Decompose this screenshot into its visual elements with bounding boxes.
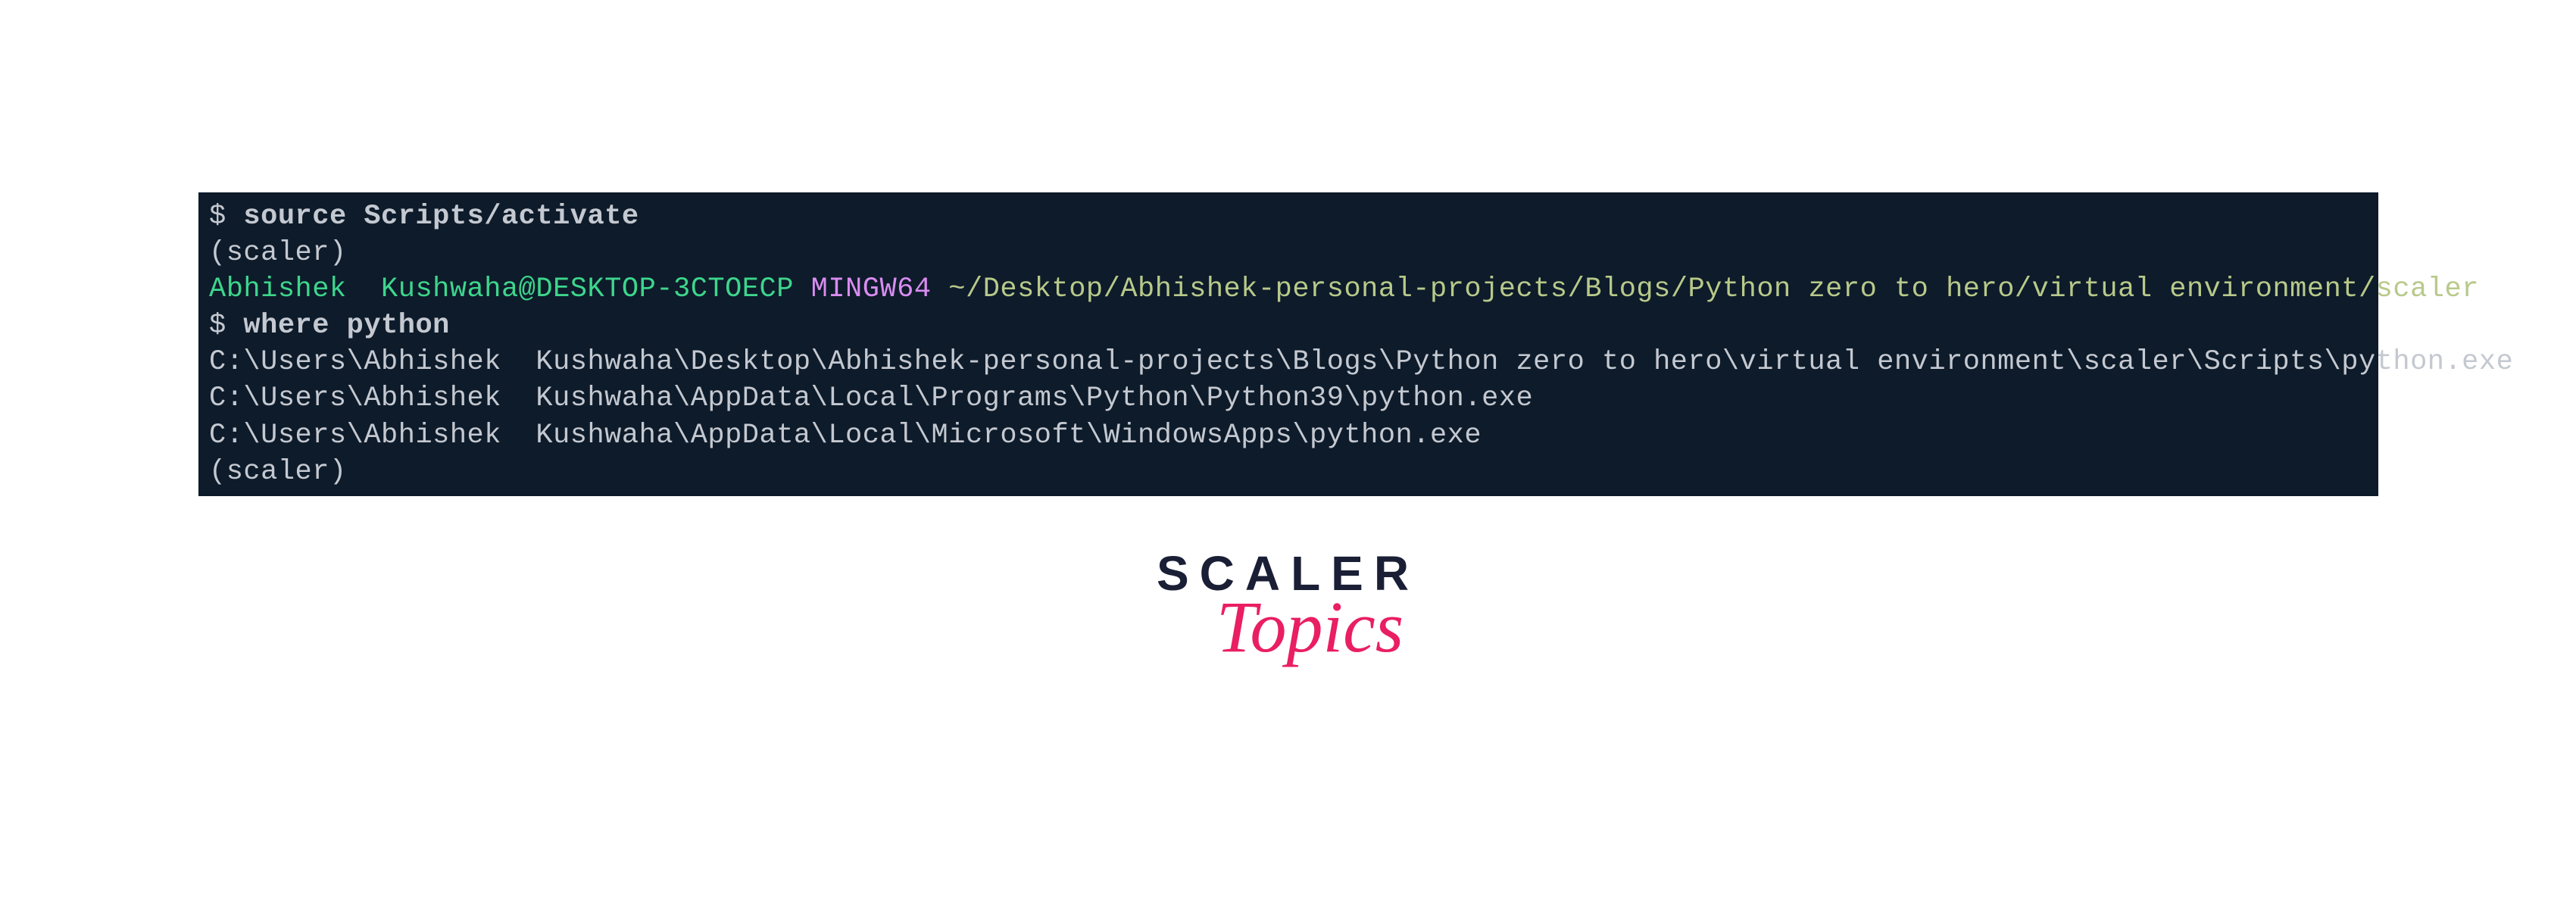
terminal-line: (scaler)	[209, 454, 2368, 490]
output-text: C:\Users\Abhishek Kushwaha\Desktop\Abhis…	[209, 346, 2513, 378]
command-text: where python	[243, 310, 449, 342]
virtualenv-indicator: (scaler)	[209, 456, 347, 488]
prompt-symbol: $	[209, 201, 243, 233]
terminal-window[interactable]: $ source Scripts/activate (scaler) Abhis…	[198, 192, 2378, 496]
terminal-output-line: C:\Users\Abhishek Kushwaha\AppData\Local…	[209, 380, 2368, 417]
scaler-topics-logo: SCALER Topics	[1157, 545, 1419, 669]
output-text: C:\Users\Abhishek Kushwaha\AppData\Local…	[209, 383, 1533, 414]
prompt-symbol: $	[209, 310, 243, 342]
working-directory: ~/Desktop/Abhishek-personal-projects/Blo…	[932, 273, 2479, 305]
output-text: C:\Users\Abhishek Kushwaha\AppData\Local…	[209, 420, 1482, 451]
command-text: source Scripts/activate	[243, 201, 639, 233]
terminal-output-line: C:\Users\Abhishek Kushwaha\Desktop\Abhis…	[209, 344, 2368, 380]
terminal-output-line: C:\Users\Abhishek Kushwaha\AppData\Local…	[209, 417, 2368, 454]
terminal-line: $ where python	[209, 308, 2368, 344]
terminal-line: Abhishek Kushwaha@DESKTOP-3CTOECP MINGW6…	[209, 271, 2368, 308]
logo-topics-text: Topics	[1201, 585, 1419, 669]
terminal-line: $ source Scripts/activate	[209, 198, 2368, 235]
mingw-label: MINGW64	[794, 273, 932, 305]
user-host-text: Abhishek Kushwaha@DESKTOP-3CTOECP	[209, 273, 794, 305]
virtualenv-indicator: (scaler)	[209, 237, 347, 269]
terminal-line: (scaler)	[209, 235, 2368, 271]
